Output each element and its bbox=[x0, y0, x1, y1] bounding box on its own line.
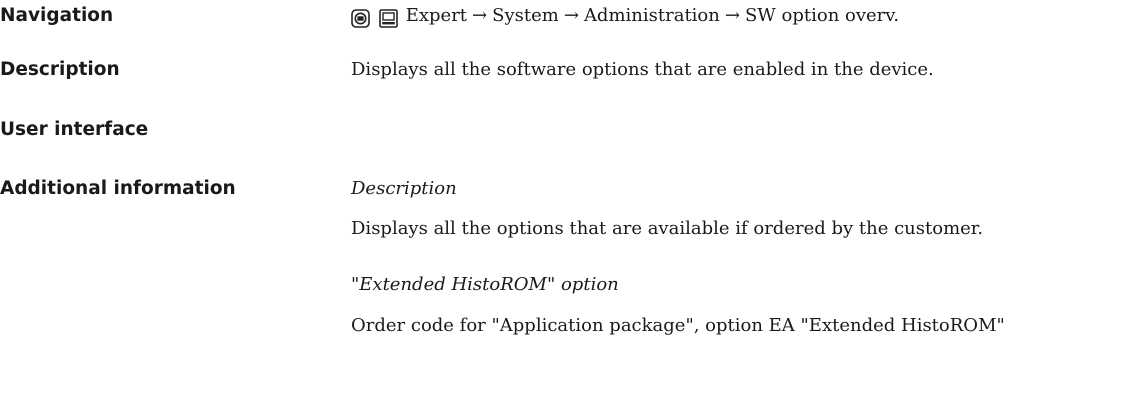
nav-path-item-2: System bbox=[492, 5, 559, 26]
local-display-icon bbox=[351, 8, 370, 28]
nav-path-item-1: Expert bbox=[405, 5, 468, 26]
additional-info-text-options: Displays all the options that are availa… bbox=[351, 218, 984, 239]
navigation-path: Expert → System → Administration → SW option o… bbox=[351, 5, 899, 28]
nav-separator: → bbox=[563, 5, 579, 26]
nav-separator: → bbox=[472, 5, 488, 26]
navigation-icons bbox=[351, 7, 398, 28]
additional-info-subheading-description: Description bbox=[351, 178, 457, 199]
additional-information-label: Additional information bbox=[0, 178, 236, 199]
additional-info-subheading-histo-rom: "Extended HistoROM" option bbox=[351, 274, 619, 295]
description-label: Description bbox=[0, 59, 120, 80]
nav-path-item-4: SW option overv. bbox=[744, 5, 900, 26]
nav-separator: → bbox=[724, 5, 740, 26]
user-interface-label: User interface bbox=[0, 119, 149, 140]
additional-info-text-order-code: Order code for "Application package", op… bbox=[351, 315, 1005, 336]
nav-path-item-3: Administration bbox=[583, 5, 720, 26]
operating-tool-icon bbox=[378, 8, 398, 28]
navigation-label: Navigation bbox=[0, 5, 114, 26]
description-text: Displays all the software options that a… bbox=[351, 59, 934, 80]
